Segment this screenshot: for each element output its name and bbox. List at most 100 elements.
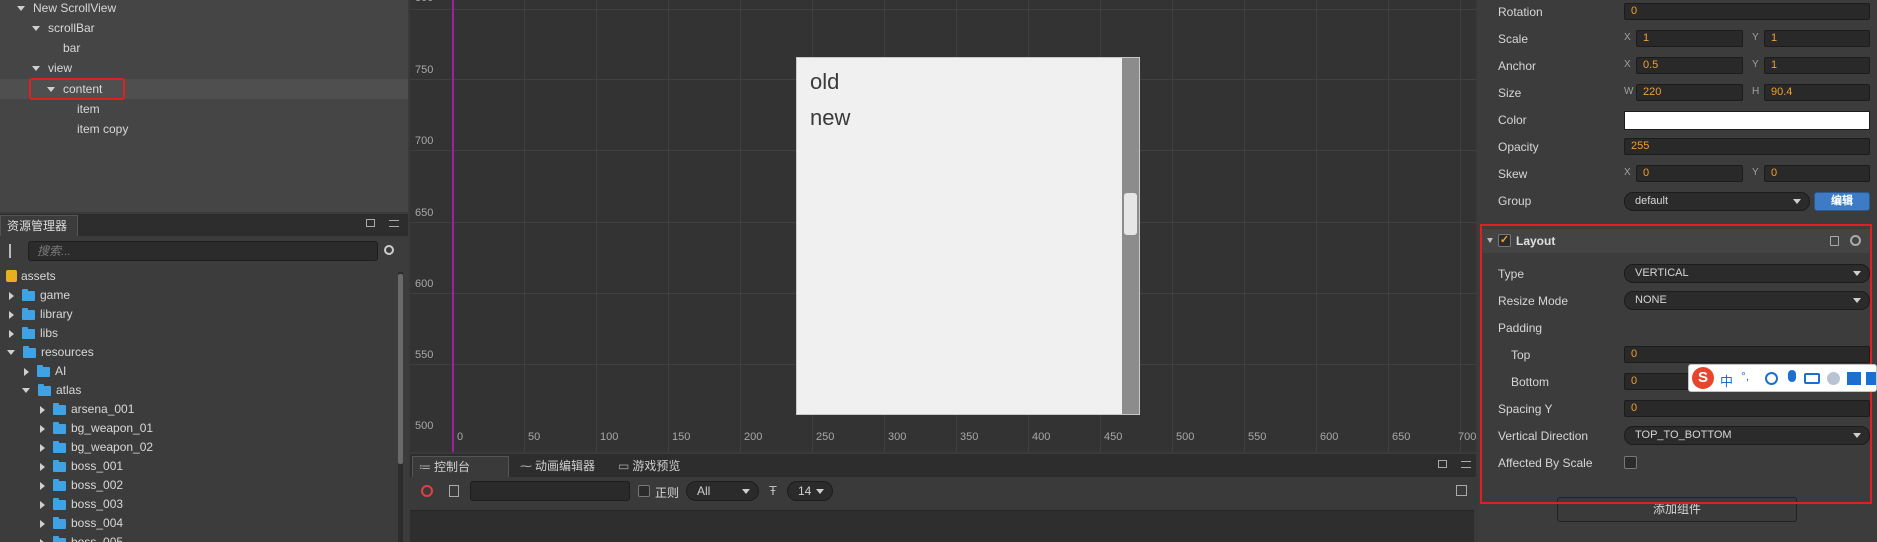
folder-icon xyxy=(53,440,66,453)
tree-node-bar[interactable]: bar xyxy=(63,38,80,58)
tab-animation-editor[interactable]: ⁓ 动画编辑器 xyxy=(514,456,595,477)
y-axis-label: Y xyxy=(1752,59,1759,70)
asset-folder-boss-002[interactable]: boss_002 xyxy=(40,476,123,495)
expand-arrow-icon[interactable] xyxy=(22,388,30,394)
console-log-area[interactable] xyxy=(410,510,1474,542)
scrollview-scrollbar[interactable] xyxy=(1122,58,1139,414)
y-axis-tick: 800 xyxy=(415,0,433,4)
expand-arrow-icon[interactable] xyxy=(40,424,45,433)
assets-search-input[interactable]: 搜索... xyxy=(28,241,378,261)
folder-label: boss_005 xyxy=(71,535,124,542)
skew-y-field[interactable]: 0 xyxy=(1764,165,1870,182)
tree-node-label: item copy xyxy=(77,122,129,136)
folder-label: bg_weapon_01 xyxy=(71,421,154,435)
asset-folder-ai[interactable]: AI xyxy=(24,362,66,381)
group-select[interactable]: default xyxy=(1624,192,1810,211)
expand-arrow-icon[interactable] xyxy=(40,443,45,452)
ime-toolbar[interactable]: S 中 °, xyxy=(1688,364,1877,392)
size-width-field[interactable]: 220 xyxy=(1636,84,1743,101)
expand-arrow-icon[interactable] xyxy=(40,481,45,490)
size-height-field[interactable]: 90.4 xyxy=(1764,84,1870,101)
opacity-field[interactable]: 255 xyxy=(1624,138,1870,155)
skew-x-field[interactable]: 0 xyxy=(1636,165,1743,182)
expand-arrow-icon[interactable] xyxy=(9,291,14,300)
tree-node-item-copy[interactable]: item copy xyxy=(77,119,128,139)
assets-scrollbar-thumb[interactable] xyxy=(398,274,403,464)
y-axis-tick: 600 xyxy=(415,278,434,290)
maximize-icon[interactable] xyxy=(366,219,375,227)
asset-folder-boss-005[interactable]: boss_005 xyxy=(40,533,123,542)
asset-folder-boss-003[interactable]: boss_003 xyxy=(40,495,123,514)
color-swatch[interactable] xyxy=(1624,111,1870,130)
console-filter-input[interactable] xyxy=(470,481,630,501)
sort-icon[interactable] xyxy=(9,244,21,258)
expand-arrow-icon[interactable] xyxy=(40,405,45,414)
edit-group-button[interactable]: 编辑 xyxy=(1814,192,1870,211)
menu-icon[interactable] xyxy=(1461,461,1471,468)
asset-folder-boss-004[interactable]: boss_004 xyxy=(40,514,123,533)
ime-punctuation-toggle[interactable]: °, xyxy=(1741,369,1749,383)
toolbox-icon[interactable] xyxy=(1866,372,1876,385)
folder-icon xyxy=(53,535,66,542)
tab-game-preview[interactable]: ▭ 游戏预览 xyxy=(612,456,680,477)
scale-y-field[interactable]: 1 xyxy=(1764,30,1870,47)
asset-folder-resources[interactable]: resources xyxy=(7,343,94,362)
expand-arrow-icon[interactable] xyxy=(7,350,15,356)
keyboard-icon[interactable] xyxy=(1804,373,1820,384)
scrollview-scrollbar-thumb[interactable] xyxy=(1124,193,1137,235)
maximize-icon[interactable] xyxy=(1438,460,1447,468)
menu-icon[interactable] xyxy=(389,220,399,227)
asset-folder-bg-weapon-02[interactable]: bg_weapon_02 xyxy=(40,438,153,457)
ime-mode-toggle[interactable]: 中 xyxy=(1720,371,1733,390)
anchor-x-field[interactable]: 0.5 xyxy=(1636,57,1743,74)
expand-arrow-icon[interactable] xyxy=(40,500,45,509)
tree-node-new-scrollview[interactable]: New ScrollView xyxy=(17,0,116,18)
asset-folder-library[interactable]: library xyxy=(9,305,73,324)
y-axis-label: Y xyxy=(1752,167,1759,178)
tree-node-view[interactable]: view xyxy=(32,58,72,78)
log-level-select[interactable]: All xyxy=(686,481,759,501)
asset-folder-atlas[interactable]: atlas xyxy=(22,381,81,400)
expand-arrow-icon[interactable] xyxy=(17,6,25,12)
expand-arrow-icon[interactable] xyxy=(32,26,40,32)
asset-folder-boss-001[interactable]: boss_001 xyxy=(40,457,123,476)
tab-console[interactable]: ≔ 控制台 xyxy=(412,456,509,477)
expand-arrow-icon[interactable] xyxy=(32,66,40,72)
expand-arrow-icon[interactable] xyxy=(9,329,14,338)
microphone-icon[interactable] xyxy=(1788,370,1796,382)
tab-label: 动画编辑器 xyxy=(535,459,596,473)
tree-node-item[interactable]: item xyxy=(77,99,100,119)
skin-shirt-icon[interactable] xyxy=(1847,372,1861,385)
assets-root[interactable]: assets xyxy=(6,267,56,286)
scale-x-field[interactable]: 1 xyxy=(1636,30,1743,47)
regex-checkbox[interactable] xyxy=(638,485,650,497)
emoji-icon[interactable] xyxy=(1765,372,1778,385)
x-axis-tick: 200 xyxy=(744,431,763,443)
asset-folder-libs[interactable]: libs xyxy=(9,324,58,343)
anchor-y-field[interactable]: 1 xyxy=(1764,57,1870,74)
asset-folder-game[interactable]: game xyxy=(9,286,70,305)
grid-line xyxy=(596,0,597,452)
collapse-icon[interactable] xyxy=(1456,485,1467,496)
expand-arrow-icon[interactable] xyxy=(40,462,45,471)
tree-node-scrollbar[interactable]: scrollBar xyxy=(32,18,95,38)
rotation-field[interactable]: 0 xyxy=(1624,3,1870,20)
font-size-select[interactable]: 14 xyxy=(787,481,833,501)
group-label: Group xyxy=(1498,194,1532,208)
clear-console-icon[interactable] xyxy=(421,485,433,497)
expand-arrow-icon[interactable] xyxy=(24,367,29,376)
asset-folder-bg-weapon-01[interactable]: bg_weapon_01 xyxy=(40,419,153,438)
log-level-value: All xyxy=(697,484,711,498)
opacity-label: Opacity xyxy=(1498,140,1539,154)
expand-arrow-icon[interactable] xyxy=(40,519,45,528)
scene-view[interactable]: 800 750 700 650 600 550 500 0 50 100 150… xyxy=(410,0,1476,452)
x-axis-tick: 550 xyxy=(1248,431,1267,443)
expand-arrow-icon[interactable] xyxy=(9,310,14,319)
open-log-icon[interactable] xyxy=(449,485,459,497)
search-icon[interactable] xyxy=(384,245,394,255)
scrollview-item-label[interactable]: new xyxy=(810,105,850,131)
tab-assets[interactable]: 资源管理器 xyxy=(0,215,78,236)
user-icon[interactable] xyxy=(1827,372,1840,385)
scrollview-item-label[interactable]: old xyxy=(810,69,839,95)
asset-folder-arsena-001[interactable]: arsena_001 xyxy=(40,400,134,419)
